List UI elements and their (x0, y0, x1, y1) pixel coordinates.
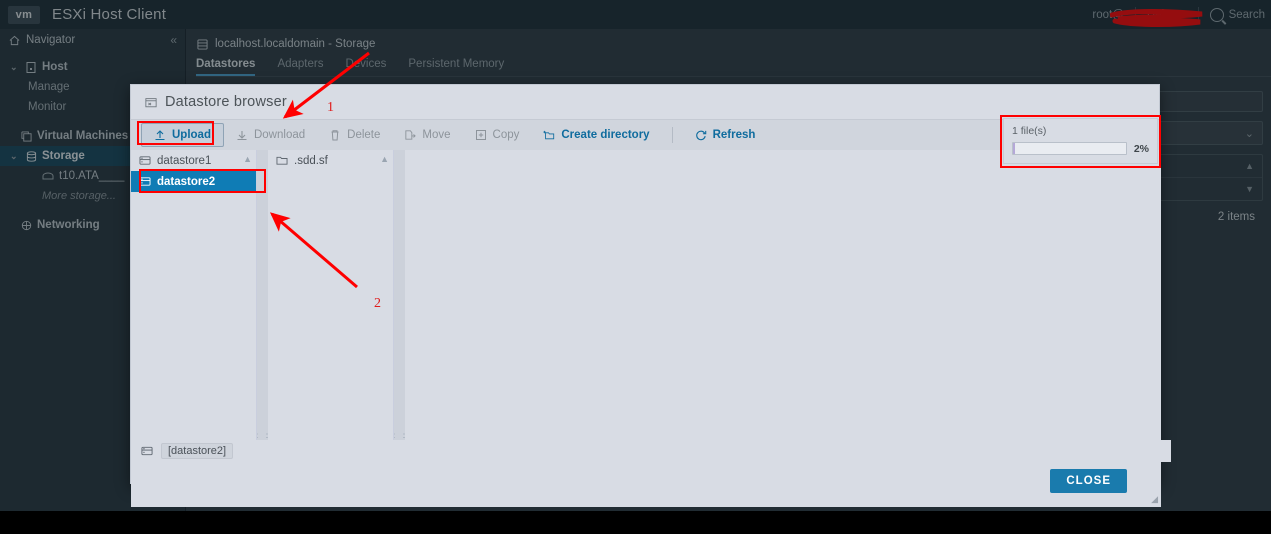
list-item-label: datastore1 (157, 154, 212, 167)
upload-icon (154, 129, 166, 141)
bottom-strip (0, 511, 1271, 534)
scroll-up-icon[interactable]: ▲ (243, 154, 252, 164)
copy-label: Copy (492, 129, 520, 141)
progress-bar-fill (1013, 143, 1016, 154)
delete-button[interactable]: Delete (317, 124, 392, 146)
toolbar-divider (671, 127, 673, 143)
datastore-icon (139, 155, 151, 167)
upload-progress-popup: 1 file(s) 2% (1003, 118, 1158, 164)
new-folder-icon (543, 129, 555, 141)
datastore-icon (139, 176, 151, 188)
list-item-label: datastore2 (157, 175, 216, 188)
dialog-footer: CLOSE ◢ (131, 462, 1161, 507)
create-directory-button[interactable]: Create directory (531, 124, 661, 146)
dialog-status-bar: [datastore2] (131, 440, 1171, 462)
move-icon (404, 129, 417, 141)
datastore-icon (141, 445, 153, 457)
delete-label: Delete (347, 129, 381, 141)
status-path: [datastore2] (161, 443, 234, 459)
download-label: Download (253, 129, 306, 141)
esxi-host-client-app: vm ESXi Host Client root@ Help Search Na… (0, 0, 1271, 534)
trash-icon (329, 129, 341, 141)
close-button[interactable]: CLOSE (1050, 469, 1127, 493)
copy-icon (475, 129, 487, 141)
resize-handle-icon[interactable]: ◢ (1151, 494, 1158, 505)
move-button[interactable]: Move (392, 124, 462, 146)
dialog-title: Datastore browser (165, 94, 287, 110)
upload-label: Upload (172, 129, 211, 141)
create-directory-label: Create directory (561, 129, 650, 141)
list-item-label: .sdd.sf (294, 154, 328, 167)
datastore-browser-icon (145, 96, 157, 108)
copy-button[interactable]: Copy (463, 124, 532, 146)
download-button[interactable]: Download (224, 124, 317, 146)
progress-percent: 2% (1133, 142, 1149, 155)
dialog-title-bar: Datastore browser (131, 85, 1159, 119)
move-label: Move (422, 129, 451, 141)
pane-splitter-1[interactable]: ⋮⋮ (253, 150, 272, 448)
download-icon (236, 129, 248, 141)
refresh-button[interactable]: Refresh (683, 124, 768, 146)
upload-button[interactable]: Upload (141, 123, 224, 147)
progress-bar (1012, 142, 1127, 155)
refresh-icon (695, 129, 707, 141)
pane-splitter-2[interactable]: ⋮⋮ (390, 150, 409, 448)
list-item-datastore1[interactable]: datastore1 (131, 150, 256, 171)
upload-progress-line: 2% (1012, 142, 1149, 155)
list-item-datastore2[interactable]: datastore2 (131, 171, 256, 192)
scroll-up-icon[interactable]: ▲ (380, 154, 389, 164)
list-item-folder[interactable]: .sdd.sf (268, 150, 393, 171)
folder-list-pane: .sdd.sf ▲ (268, 150, 394, 440)
datastore-list-pane: datastore1 datastore2 ▲ (131, 150, 257, 440)
folder-icon (276, 155, 288, 167)
refresh-label: Refresh (712, 129, 756, 141)
upload-file-count: 1 file(s) (1012, 125, 1047, 137)
file-list-pane[interactable] (405, 150, 1161, 440)
browser-panes: datastore1 datastore2 ▲ ⋮⋮ .sdd.sf ▲ ⋮⋮ (131, 150, 1161, 448)
